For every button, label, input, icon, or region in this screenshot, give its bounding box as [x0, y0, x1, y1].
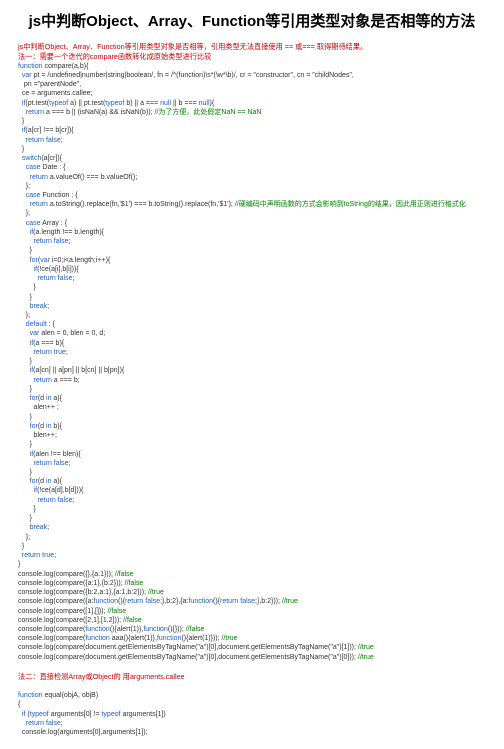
- method2-heading: 法二：直接检测Array或Object的 用arguments.callee: [18, 672, 486, 682]
- method1-heading: 法一：需要一个迭代的compare函数转化成原始类型进行比较: [18, 52, 486, 62]
- intro-text: js中判断Object、Array、Function等引用类型对象是否相等，引用…: [18, 42, 486, 52]
- code-block-1: function compare(a,b){ var pt = /undefin…: [18, 62, 486, 662]
- page-title: js中判断Object、Array、Function等引用类型对象是否相等的方法: [18, 12, 486, 32]
- code-block-2: function equal(objA, objB) { if (typeof …: [18, 691, 486, 737]
